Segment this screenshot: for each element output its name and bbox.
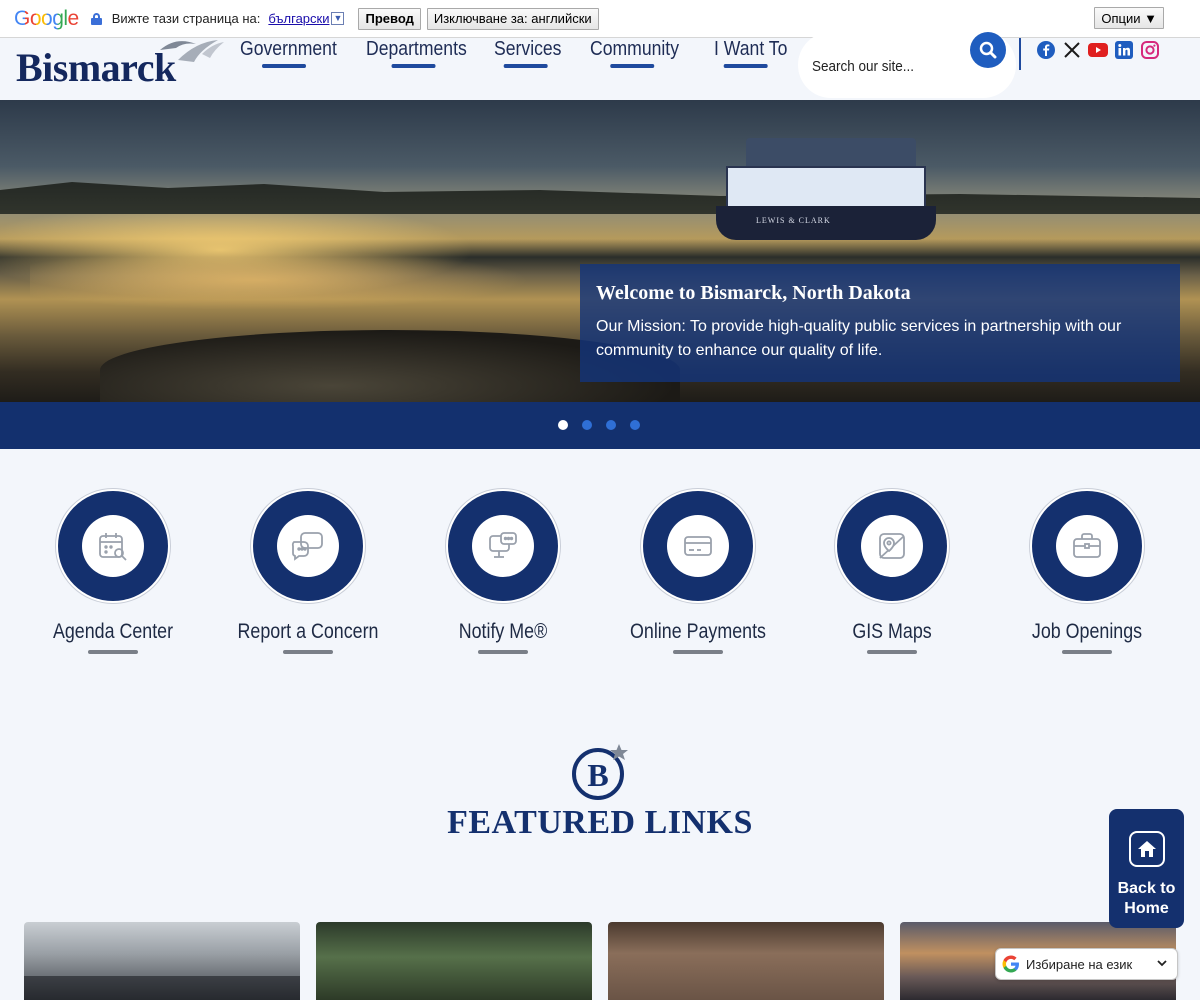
- hero-caption: Welcome to Bismarck, North Dakota Our Mi…: [580, 264, 1180, 382]
- nav-underline: [391, 64, 436, 68]
- birds-logo-icon: [160, 40, 224, 62]
- translate-prompt: Вижте тази страница на:: [111, 11, 261, 26]
- nav-underline: [723, 64, 768, 68]
- hero-water-reflection: [30, 250, 530, 310]
- search-button[interactable]: [970, 32, 1006, 68]
- quick-link-underline: [673, 650, 723, 654]
- briefcase-icon: [1073, 533, 1101, 558]
- exclude-language-button[interactable]: Изключване за: английски: [426, 7, 599, 30]
- calendar-search-icon: [99, 533, 127, 561]
- back-to-home-label: Back to Home: [1117, 880, 1176, 917]
- featured-card-3[interactable]: [608, 922, 884, 1000]
- search-input[interactable]: [812, 54, 947, 78]
- nav-i-want-to[interactable]: I Want To: [714, 38, 793, 100]
- slide-dot-4[interactable]: [630, 420, 640, 430]
- quick-link-label: Notify Me®: [458, 620, 548, 643]
- language-selector[interactable]: Избиране на език: [995, 948, 1178, 980]
- hero-title: Welcome to Bismarck, North Dakota: [596, 282, 911, 304]
- quick-link-underline: [1062, 650, 1112, 654]
- logo-text: Bismarck: [16, 45, 176, 90]
- boat-nameplate: LEWIS & CLARK: [756, 216, 831, 225]
- quick-link-job-openings[interactable]: Job Openings: [997, 488, 1177, 654]
- google-logo: Google: [14, 6, 79, 30]
- quick-link-underline: [478, 650, 528, 654]
- header-divider: [1019, 38, 1021, 70]
- monitor-chat-icon: [489, 532, 517, 558]
- featured-card-2[interactable]: [316, 922, 592, 1000]
- quick-link-label: GIS Maps: [852, 620, 932, 643]
- slide-dots: [558, 420, 640, 430]
- x-icon[interactable]: [1062, 40, 1082, 60]
- quick-link-label: Online Payments: [630, 620, 766, 643]
- credit-card-icon: [684, 536, 712, 556]
- hero-mission: Our Mission: To provide high-quality pub…: [596, 318, 1122, 359]
- nav-label: Services: [494, 38, 562, 60]
- bismarck-logo[interactable]: Bismarck: [16, 38, 224, 90]
- slide-dot-1[interactable]: [558, 420, 568, 430]
- language-dropdown-icon[interactable]: ▼: [331, 12, 345, 25]
- translate-button[interactable]: Превод: [358, 7, 421, 30]
- map-pin-icon: [879, 533, 905, 559]
- back-to-home-button[interactable]: Back to Home: [1109, 809, 1184, 928]
- emblem-letter: B: [587, 757, 608, 793]
- social-links: [1036, 40, 1160, 60]
- chat-bubbles-icon: [291, 532, 323, 561]
- lock-icon: [90, 12, 102, 25]
- search-icon: [979, 41, 997, 59]
- language-selector-label: Избиране на език: [1026, 956, 1133, 972]
- quick-link-underline: [88, 650, 138, 654]
- slideshow-controls: [0, 402, 1200, 449]
- nav-services[interactable]: Services: [494, 38, 578, 100]
- site-header: Bismarck Government Departments Services…: [0, 32, 1200, 100]
- translate-options-button[interactable]: Опции ▼: [1094, 7, 1164, 29]
- youtube-icon[interactable]: [1088, 40, 1108, 60]
- featured-links-title: FEATURED LINKS: [447, 804, 753, 841]
- nav-label: Government: [240, 38, 337, 60]
- nav-label: I Want To: [714, 38, 788, 60]
- chevron-down-icon: [1157, 960, 1167, 967]
- quick-link-label: Job Openings: [1031, 620, 1143, 643]
- nav-community[interactable]: Community: [590, 38, 699, 100]
- google-g-icon: [1002, 955, 1019, 973]
- hero-slideshow: LEWIS & CLARK Welcome to Bismarck, North…: [0, 100, 1200, 402]
- main-nav: Government Departments Services Communit…: [240, 38, 804, 100]
- nav-label: Community: [590, 38, 680, 60]
- quick-link-online-payments[interactable]: Online Payments: [608, 488, 788, 654]
- nav-label: Departments: [366, 38, 467, 60]
- quick-link-notify-me[interactable]: Notify Me®: [413, 488, 593, 654]
- quick-links: Agenda Center Report a Concern Notify Me…: [0, 488, 1200, 668]
- search-box: [798, 32, 1016, 98]
- featured-card-1[interactable]: [24, 922, 300, 1000]
- nav-underline: [503, 64, 548, 68]
- hero-treeline: [0, 182, 1200, 214]
- home-icon: [1128, 831, 1165, 867]
- linkedin-icon[interactable]: [1114, 40, 1134, 60]
- slide-dot-3[interactable]: [606, 420, 616, 430]
- slide-dot-2[interactable]: [582, 420, 592, 430]
- nav-underline: [610, 64, 655, 68]
- nav-underline: [262, 64, 307, 68]
- language-link[interactable]: български: [268, 11, 329, 26]
- quick-link-gis-maps[interactable]: GIS Maps: [802, 488, 982, 654]
- facebook-icon[interactable]: [1036, 40, 1056, 60]
- quick-link-label: Agenda Center: [52, 620, 174, 643]
- quick-link-agenda-center[interactable]: Agenda Center: [23, 488, 203, 654]
- quick-link-label: Report a Concern: [237, 620, 379, 643]
- bismarck-emblem-icon: B: [572, 744, 628, 800]
- nav-government[interactable]: Government: [240, 38, 351, 100]
- quick-link-report-a-concern[interactable]: Report a Concern: [218, 488, 398, 654]
- quick-link-underline: [867, 650, 917, 654]
- instagram-icon[interactable]: [1140, 40, 1160, 60]
- nav-departments[interactable]: Departments: [366, 38, 479, 100]
- hero-riverboat: LEWIS & CLARK: [716, 116, 936, 246]
- quick-link-underline: [283, 650, 333, 654]
